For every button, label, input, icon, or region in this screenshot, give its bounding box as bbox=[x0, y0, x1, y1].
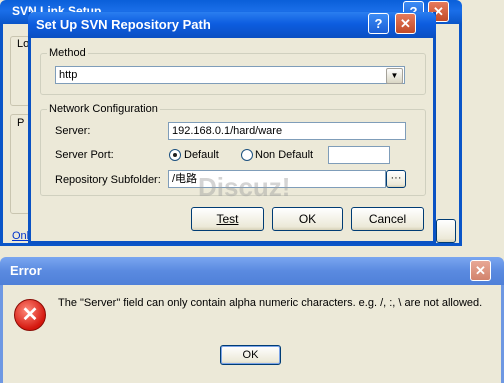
error-close-button[interactable]: ✕ bbox=[470, 260, 491, 281]
error-dialog-title: Error bbox=[10, 263, 42, 278]
cancel-button[interactable]: Cancel bbox=[351, 207, 424, 231]
ok-button[interactable]: OK bbox=[272, 207, 343, 231]
error-icon: ✕ bbox=[14, 299, 46, 331]
server-label: Server: bbox=[55, 125, 91, 137]
help-icon: ? bbox=[374, 16, 383, 31]
browse-button[interactable]: ··· bbox=[386, 170, 406, 188]
port-non-default-radio[interactable] bbox=[241, 149, 253, 161]
dialog-help-button[interactable]: ? bbox=[368, 13, 389, 34]
background-button[interactable] bbox=[436, 219, 456, 243]
error-dialog-titlebar[interactable]: Error bbox=[0, 257, 504, 285]
close-icon: ✕ bbox=[400, 16, 411, 31]
watermark: Discuz! bbox=[198, 172, 291, 202]
test-button-label: Test bbox=[216, 212, 239, 226]
error-message: The "Server" field can only contain alph… bbox=[58, 297, 483, 309]
error-ok-button[interactable]: OK bbox=[220, 345, 281, 365]
method-value: http bbox=[59, 69, 78, 81]
dialog-close-button[interactable]: ✕ bbox=[395, 13, 416, 34]
method-legend: Method bbox=[49, 47, 86, 59]
test-button[interactable]: Test bbox=[191, 207, 264, 231]
background-group-frame bbox=[10, 114, 30, 214]
background-online-link[interactable]: Onl bbox=[12, 230, 29, 242]
method-select[interactable]: http ▼ bbox=[55, 66, 405, 84]
server-input[interactable]: 192.168.0.1/hard/ware bbox=[168, 122, 406, 140]
server-port-label: Server Port: bbox=[55, 149, 114, 161]
port-input[interactable] bbox=[328, 146, 390, 164]
chevron-down-icon[interactable]: ▼ bbox=[386, 68, 403, 84]
close-icon: ✕ bbox=[475, 263, 486, 278]
port-non-default-label[interactable]: Non Default bbox=[255, 149, 313, 161]
repository-subfolder-label: Repository Subfolder: bbox=[55, 174, 161, 186]
port-default-label[interactable]: Default bbox=[184, 149, 219, 161]
port-default-radio[interactable] bbox=[169, 149, 181, 161]
dialog-title: Set Up SVN Repository Path bbox=[36, 17, 211, 32]
background-label: P bbox=[17, 117, 25, 129]
network-config-legend: Network Configuration bbox=[49, 103, 158, 115]
